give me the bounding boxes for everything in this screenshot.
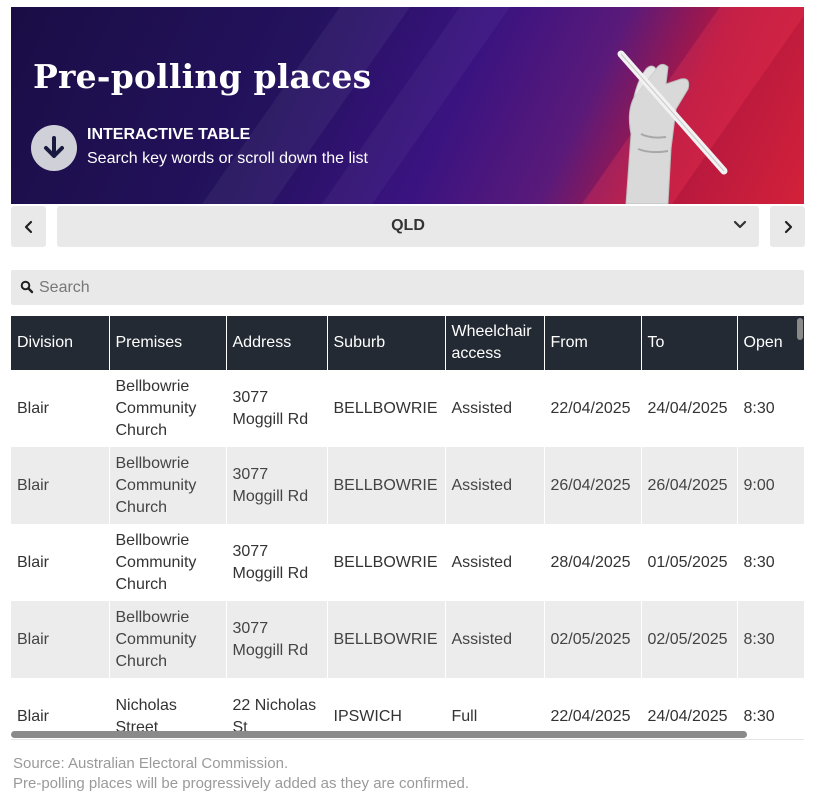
column-header-open[interactable]: Open (737, 316, 804, 370)
column-header-premises[interactable]: Premises (109, 316, 227, 370)
cell-from: 22/04/2025 (544, 370, 642, 447)
cell-wheelchair: Assisted (445, 524, 545, 601)
cell-address: 3077 Moggill Rd (226, 524, 328, 601)
table-row: Blair Nicholas Street 22 Nicholas St IPS… (11, 678, 804, 738)
state-dropdown-value: QLD (391, 217, 425, 234)
cell-wheelchair: Full (445, 678, 545, 738)
chevron-left-icon (24, 220, 32, 233)
cell-address: 3077 Moggill Rd (226, 370, 328, 447)
cell-division: Blair (11, 601, 110, 678)
pre-polling-table[interactable]: Division Premises Address Suburb Wheelch… (11, 316, 804, 738)
source-text: Source: Australian Electoral Commission. (13, 755, 289, 772)
cell-wheelchair: Assisted (445, 601, 545, 678)
cell-division: Blair (11, 447, 110, 524)
column-header-address[interactable]: Address (226, 316, 328, 370)
hand-with-pen-illustration (617, 50, 728, 204)
cell-division: Blair (11, 678, 110, 738)
cell-from: 26/04/2025 (544, 447, 642, 524)
cell-premises: Nicholas Street (109, 678, 227, 738)
cell-division: Blair (11, 370, 110, 447)
cell-suburb: BELLBOWRIE (327, 601, 446, 678)
cell-from: 22/04/2025 (544, 678, 642, 738)
cell-wheelchair: Assisted (445, 447, 545, 524)
column-header-suburb[interactable]: Suburb (327, 316, 446, 370)
search-bar[interactable] (11, 270, 804, 305)
cell-open: 8:30 (737, 601, 804, 678)
header-banner: Pre-polling places INTERACTIVE TABLE Sea… (11, 7, 804, 204)
column-header-division[interactable]: Division (11, 316, 110, 370)
cell-to: 24/04/2025 (641, 678, 738, 738)
note-text: Pre-polling places will be progressively… (13, 775, 470, 792)
table-row: Blair Bellbowrie Community Church 3077 M… (11, 370, 804, 447)
table-row: Blair Bellbowrie Community Church 3077 M… (11, 447, 804, 524)
cell-premises: Bellbowrie Community Church (109, 524, 227, 601)
divider (11, 739, 804, 740)
cell-open: 8:30 (737, 370, 804, 447)
cell-to: 24/04/2025 (641, 370, 738, 447)
cell-to: 02/05/2025 (641, 601, 738, 678)
next-state-button[interactable] (770, 206, 805, 247)
arrow-down-circle-icon (31, 125, 77, 171)
cell-wheelchair: Assisted (445, 370, 545, 447)
state-dropdown[interactable]: QLD (57, 206, 759, 247)
cell-suburb: BELLBOWRIE (327, 524, 446, 601)
horizontal-scrollbar[interactable] (11, 731, 747, 738)
cell-address: 22 Nicholas St (226, 678, 328, 738)
source-note: Source: Australian Electoral Commission.… (13, 754, 469, 794)
banner-subtitle-bold: INTERACTIVE TABLE (87, 126, 251, 143)
table-row: Blair Bellbowrie Community Church 3077 M… (11, 524, 804, 601)
cell-open: 8:30 (737, 678, 804, 738)
cell-open: 9:00 (737, 447, 804, 524)
table-row: Blair Bellbowrie Community Church 3077 M… (11, 601, 804, 678)
cell-from: 28/04/2025 (544, 524, 642, 601)
vertical-scrollbar[interactable] (797, 318, 803, 340)
search-input[interactable] (39, 270, 789, 305)
cell-division: Blair (11, 524, 110, 601)
table-header-row: Division Premises Address Suburb Wheelch… (11, 316, 804, 370)
cell-to: 26/04/2025 (641, 447, 738, 524)
cell-premises: Bellbowrie Community Church (109, 601, 227, 678)
cell-suburb: IPSWICH (327, 678, 446, 738)
search-icon (20, 280, 34, 294)
cell-premises: Bellbowrie Community Church (109, 370, 227, 447)
chevron-down-icon (733, 220, 747, 229)
column-header-wheelchair-access[interactable]: Wheelchair access (445, 316, 545, 370)
chevron-right-icon (784, 220, 792, 233)
cell-address: 3077 Moggill Rd (226, 447, 328, 524)
cell-suburb: BELLBOWRIE (327, 447, 446, 524)
column-header-to[interactable]: To (641, 316, 738, 370)
cell-open: 8:30 (737, 524, 804, 601)
column-header-from[interactable]: From (544, 316, 642, 370)
cell-to: 01/05/2025 (641, 524, 738, 601)
prev-state-button[interactable] (11, 206, 46, 247)
cell-from: 02/05/2025 (544, 601, 642, 678)
cell-address: 3077 Moggill Rd (226, 601, 328, 678)
banner-subtitle: Search key words or scroll down the list (87, 150, 368, 167)
cell-premises: Bellbowrie Community Church (109, 447, 227, 524)
cell-suburb: BELLBOWRIE (327, 370, 446, 447)
page-title: Pre-polling places (33, 57, 372, 96)
